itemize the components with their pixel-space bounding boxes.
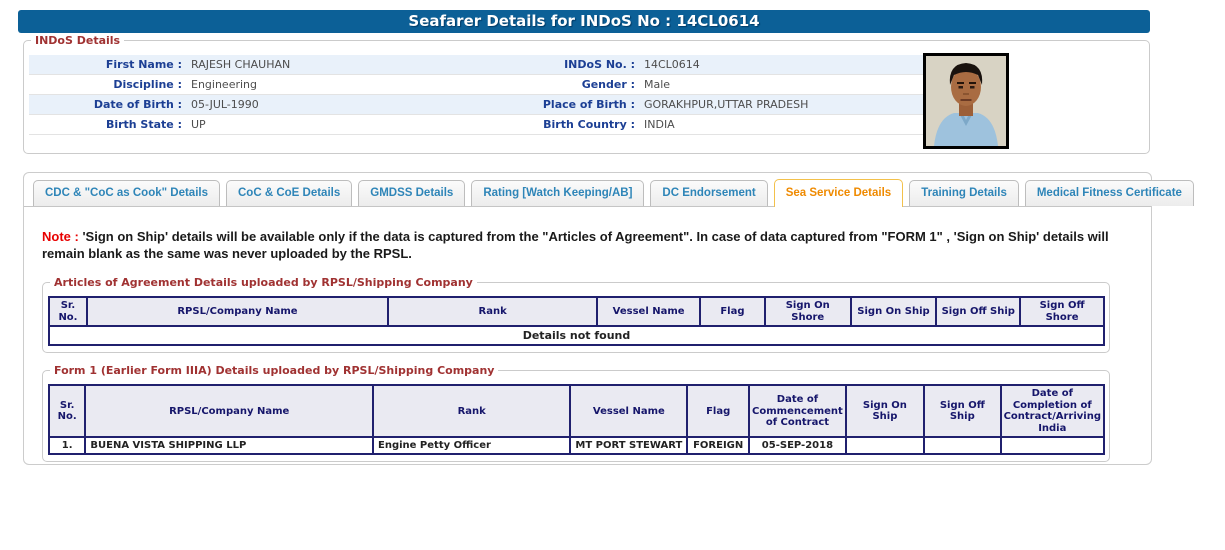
note-text: 'Sign on Ship' details will be available… bbox=[42, 229, 1109, 261]
gender-value: Male bbox=[642, 78, 926, 91]
column-header-rank: Rank bbox=[388, 297, 597, 326]
column-header-sign-on-ship: Sign On Ship bbox=[846, 385, 924, 437]
first-name-label: First Name : bbox=[29, 58, 189, 71]
seafarer-details-page: Seafarer Details for INDoS No : 14CL0614… bbox=[0, 0, 1225, 550]
column-header-vessel-name: Vessel Name bbox=[570, 385, 687, 437]
seafarer-photo bbox=[923, 53, 1009, 149]
form1-details-legend: Form 1 (Earlier Form IIIA) Details uploa… bbox=[50, 363, 498, 378]
column-header-sign-off-ship: Sign Off Ship bbox=[936, 297, 1020, 326]
indos-details-legend: INDoS Details bbox=[31, 33, 124, 48]
note-prefix: Note : bbox=[42, 229, 79, 244]
birth-country-value: INDIA bbox=[642, 118, 926, 131]
birth-country-label: Birth Country : bbox=[475, 118, 642, 131]
column-header-sr-no: Sr. No. bbox=[49, 385, 85, 437]
column-header-sr-no: Sr. No. bbox=[49, 297, 87, 326]
empty-result-row: Details not found bbox=[49, 326, 1104, 345]
column-header-sign-off-shore: Sign Off Shore bbox=[1020, 297, 1104, 326]
place-of-birth-label: Place of Birth : bbox=[475, 98, 642, 111]
sr-no-cell: 1. bbox=[49, 437, 85, 454]
tab-training-details[interactable]: Training Details bbox=[909, 180, 1019, 206]
tab-gmdss-details[interactable]: GMDSS Details bbox=[358, 180, 465, 206]
discipline-label: Discipline : bbox=[29, 78, 189, 91]
column-header-rpsl-company: RPSL/Company Name bbox=[85, 385, 373, 437]
place-of-birth-value: GORAKHPUR,UTTAR PRADESH bbox=[642, 98, 926, 111]
vessel-name-cell: MT PORT STEWART bbox=[570, 437, 687, 454]
column-header-sign-on-ship: Sign On Ship bbox=[851, 297, 937, 326]
form1-details-panel: Form 1 (Earlier Form IIIA) Details uploa… bbox=[42, 370, 1110, 462]
table-header-row: Sr. No. RPSL/Company Name Rank Vessel Na… bbox=[49, 297, 1104, 326]
tab-sea-service-details[interactable]: Sea Service Details bbox=[774, 179, 904, 207]
portrait-illustration bbox=[926, 56, 1006, 146]
column-header-vessel-name: Vessel Name bbox=[597, 297, 700, 326]
rank-cell: Engine Petty Officer bbox=[373, 437, 570, 454]
column-header-rpsl-company: RPSL/Company Name bbox=[87, 297, 388, 326]
indos-details-grid: First Name : RAJESH CHAUHAN INDoS No. : … bbox=[29, 55, 926, 135]
sign-on-ship-cell bbox=[846, 437, 924, 454]
detail-row: Discipline : Engineering Gender : Male bbox=[29, 75, 926, 95]
table-header-row: Sr. No. RPSL/Company Name Rank Vessel Na… bbox=[49, 385, 1104, 437]
column-header-flag: Flag bbox=[687, 385, 749, 437]
column-header-sign-off-ship: Sign Off Ship bbox=[924, 385, 1001, 437]
articles-of-agreement-legend: Articles of Agreement Details uploaded b… bbox=[50, 275, 477, 290]
discipline-value: Engineering bbox=[189, 78, 475, 91]
column-header-completion-date: Date of Completion of Contract/Arriving … bbox=[1001, 385, 1104, 437]
form1-details-table: Sr. No. RPSL/Company Name Rank Vessel Na… bbox=[48, 384, 1105, 455]
birth-state-label: Birth State : bbox=[29, 118, 189, 131]
birth-state-value: UP bbox=[189, 118, 475, 131]
tab-medical-fitness-certificate[interactable]: Medical Fitness Certificate bbox=[1025, 180, 1194, 206]
detail-row: First Name : RAJESH CHAUHAN INDoS No. : … bbox=[29, 55, 926, 75]
rpsl-company-cell: BUENA VISTA SHIPPING LLP bbox=[85, 437, 373, 454]
first-name-value: RAJESH CHAUHAN bbox=[189, 58, 475, 71]
tab-rating-watch-keeping-ab[interactable]: Rating [Watch Keeping/AB] bbox=[471, 180, 644, 206]
indos-details-panel: INDoS Details First Name : RAJESH CHAUHA… bbox=[23, 40, 1150, 154]
tab-strip: CDC & "CoC as Cook" Details CoC & CoE De… bbox=[24, 173, 1151, 207]
detail-row: Date of Birth : 05-JUL-1990 Place of Bir… bbox=[29, 95, 926, 115]
flag-cell: FOREIGN bbox=[687, 437, 749, 454]
tab-cdc-coc-as-cook-details[interactable]: CDC & "CoC as Cook" Details bbox=[33, 180, 220, 206]
sign-off-ship-cell bbox=[924, 437, 1001, 454]
detail-row: Birth State : UP Birth Country : INDIA bbox=[29, 115, 926, 135]
gender-label: Gender : bbox=[475, 78, 642, 91]
column-header-rank: Rank bbox=[373, 385, 570, 437]
indos-no-label: INDoS No. : bbox=[475, 58, 642, 71]
tab-dc-endorsement[interactable]: DC Endorsement bbox=[650, 180, 767, 206]
articles-of-agreement-panel: Articles of Agreement Details uploaded b… bbox=[42, 282, 1110, 353]
date-of-birth-value: 05-JUL-1990 bbox=[189, 98, 475, 111]
indos-no-value: 14CL0614 bbox=[642, 58, 926, 71]
commencement-date-cell: 05-SEP-2018 bbox=[749, 437, 846, 454]
column-header-flag: Flag bbox=[700, 297, 765, 326]
sea-service-tab-content: Note : 'Sign on Ship' details will be av… bbox=[24, 207, 1151, 462]
tab-panel-container: CDC & "CoC as Cook" Details CoC & CoE De… bbox=[23, 172, 1152, 465]
table-row: 1. BUENA VISTA SHIPPING LLP Engine Petty… bbox=[49, 437, 1104, 454]
details-not-found-message: Details not found bbox=[49, 326, 1104, 345]
completion-date-cell bbox=[1001, 437, 1104, 454]
sign-on-ship-note: Note : 'Sign on Ship' details will be av… bbox=[42, 228, 1120, 262]
page-title: Seafarer Details for INDoS No : 14CL0614 bbox=[18, 10, 1150, 33]
date-of-birth-label: Date of Birth : bbox=[29, 98, 189, 111]
tab-coc-coe-details[interactable]: CoC & CoE Details bbox=[226, 180, 352, 206]
column-header-sign-on-shore: Sign On Shore bbox=[765, 297, 851, 326]
column-header-commencement-date: Date of Commencement of Contract bbox=[749, 385, 846, 437]
articles-of-agreement-table: Sr. No. RPSL/Company Name Rank Vessel Na… bbox=[48, 296, 1105, 346]
